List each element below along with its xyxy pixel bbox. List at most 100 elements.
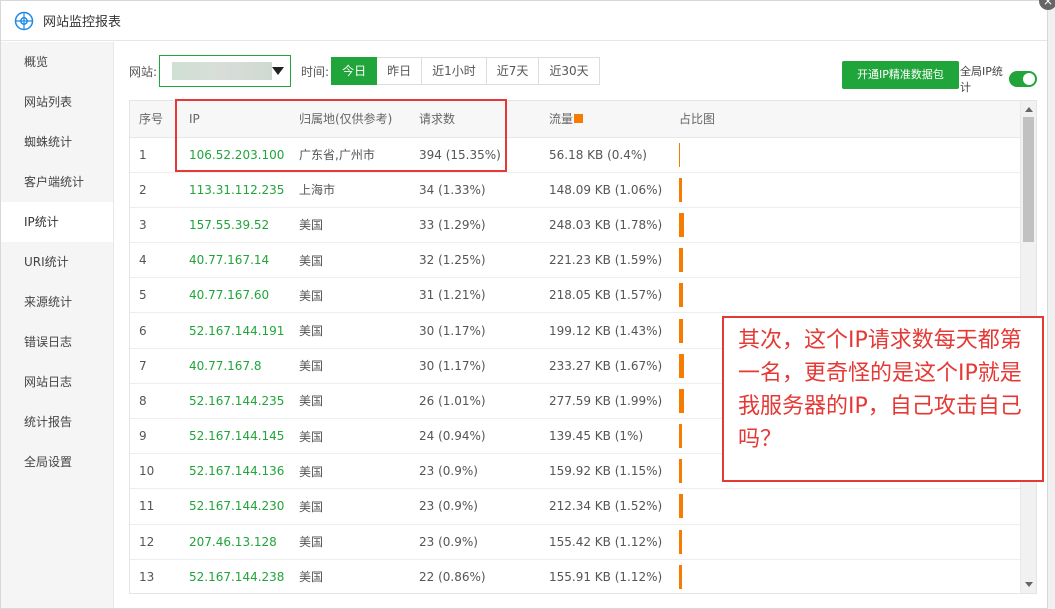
share-bar	[679, 177, 682, 202]
col-header-traffic[interactable]: 流量	[540, 101, 670, 138]
cell-location: 美国	[290, 242, 410, 279]
site-name-redacted	[172, 62, 273, 80]
tab-time-range[interactable]: 近7天	[486, 57, 540, 85]
sidebar-item[interactable]: 统计报告	[1, 402, 113, 442]
sidebar-item[interactable]: 客户端统计	[1, 162, 113, 202]
cell-ip: 52.167.144.230	[180, 488, 290, 525]
sidebar-item[interactable]: 错误日志	[1, 322, 113, 362]
scroll-down-icon[interactable]	[1025, 582, 1033, 587]
cell-ip: 52.167.144.238	[180, 559, 290, 593]
sidebar-item[interactable]: URI统计	[1, 242, 113, 282]
tab-time-range[interactable]: 近30天	[539, 57, 600, 85]
share-bar	[679, 388, 684, 413]
site-select[interactable]	[159, 55, 292, 87]
cell-traffic: 233.27 KB (1.67%)	[540, 348, 670, 384]
window-title: 网站监控报表	[43, 15, 122, 30]
global-ip-stats-switch[interactable]	[1009, 71, 1037, 87]
cell-share	[670, 559, 1022, 593]
cell-requests: 32 (1.25%)	[410, 242, 540, 279]
col-header-share: 占比图	[670, 101, 1022, 138]
highlight-box	[175, 99, 507, 172]
tab-time-range[interactable]: 近1小时	[422, 57, 487, 85]
sort-indicator-icon	[574, 114, 584, 124]
toolbar: 网站: 时间: 今日 昨日 近1小时 近7天 近30天 开通IP精准数据包 全局IP统计	[129, 55, 1037, 94]
cell-requests: 23 (0.9%)	[410, 453, 540, 490]
cell-requests: 30 (1.17%)	[410, 312, 540, 349]
cell-no: 7	[130, 348, 180, 384]
cell-traffic: 212.34 KB (1.52%)	[540, 488, 670, 525]
table-row: 3 157.55.39.52 美国 33 (1.29%) 248.03 KB (1.78…	[130, 207, 1022, 244]
table-row: 12 207.46.13.128 美国 23 (0.9%) 155.42 KB (1.1…	[130, 524, 1022, 560]
scroll-thumb[interactable]	[1023, 117, 1034, 242]
cell-requests: 22 (0.86%)	[410, 559, 540, 593]
cell-no: 5	[130, 277, 180, 314]
table-row: 5 40.77.167.60 美国 31 (1.21%) 218.05 KB (1.57…	[130, 277, 1022, 314]
cell-share	[670, 172, 1022, 208]
cell-share	[670, 137, 1022, 173]
cell-share	[670, 207, 1022, 244]
cell-requests: 23 (0.9%)	[410, 488, 540, 525]
cell-no: 10	[130, 453, 180, 490]
tab-time-range[interactable]: 昨日	[377, 57, 423, 85]
tab-time-range[interactable]: 今日	[331, 57, 378, 85]
sidebar-item[interactable]: 来源统计	[1, 282, 113, 322]
cell-traffic: 218.05 KB (1.57%)	[540, 277, 670, 314]
cell-requests: 26 (1.01%)	[410, 383, 540, 420]
table-row: 11 52.167.144.230 美国 23 (0.9%) 212.34 KB (1.…	[130, 488, 1022, 525]
cell-traffic: 277.59 KB (1.99%)	[540, 383, 670, 420]
table-row: 13 52.167.144.238 美国 22 (0.86%) 155.91 KB (1…	[130, 559, 1022, 593]
cell-traffic: 56.18 KB (0.4%)	[540, 137, 670, 173]
col-header-traffic-label: 流量	[549, 112, 574, 127]
cell-location: 美国	[290, 207, 410, 244]
cell-no: 4	[130, 242, 180, 279]
cell-traffic: 148.09 KB (1.06%)	[540, 172, 670, 208]
cell-location: 美国	[290, 559, 410, 593]
sidebar-item[interactable]: IP统计	[1, 202, 113, 242]
cell-traffic: 155.42 KB (1.12%)	[540, 524, 670, 560]
global-ip-stats-toggle: 全局IP统计	[960, 63, 1037, 95]
cell-ip: 40.77.167.60	[180, 277, 290, 314]
sidebar-item[interactable]: 网站列表	[1, 82, 113, 122]
cell-requests: 34 (1.33%)	[410, 172, 540, 208]
cell-no: 6	[130, 312, 180, 349]
cell-no: 8	[130, 383, 180, 420]
cell-no: 1	[130, 137, 180, 173]
cell-requests: 24 (0.94%)	[410, 418, 540, 455]
sidebar: 概览 网站列表 蜘蛛统计 客户端统计 IP统计 URI统计 来源统计 错误日志 网站日志 统计报告…	[1, 42, 114, 608]
cell-ip: 40.77.167.14	[180, 242, 290, 279]
cell-share	[670, 277, 1022, 314]
cell-no: 13	[130, 559, 180, 593]
cell-share	[670, 242, 1022, 279]
globe-logo-icon	[14, 11, 34, 30]
share-bar	[679, 318, 683, 343]
monitor-report-window: 网站监控报表 概览 网站列表 蜘蛛统计 客户端统计 IP统计 URI统计 来源统计 错误日志网…	[0, 0, 1048, 609]
sidebar-item[interactable]: 蜘蛛统计	[1, 122, 113, 162]
table-row: 4 40.77.167.14 美国 32 (1.25%) 221.23 KB (1.59…	[130, 242, 1022, 279]
cell-location: 美国	[290, 383, 410, 420]
share-bar	[679, 353, 684, 378]
annotation-note: 其次，这个IP请求数每天都第一名，更奇怪的是这个IP就是我服务器的IP，自己攻击…	[722, 316, 1044, 482]
sidebar-item[interactable]: 全局设置	[1, 442, 113, 482]
share-bar	[679, 424, 682, 449]
sidebar-item[interactable]: 概览	[1, 42, 113, 82]
cell-requests: 30 (1.17%)	[410, 348, 540, 384]
buy-ip-data-package-button[interactable]: 开通IP精准数据包	[842, 61, 959, 89]
cell-ip: 40.77.167.8	[180, 348, 290, 384]
cell-ip: 52.167.144.145	[180, 418, 290, 455]
cell-no: 9	[130, 418, 180, 455]
cell-traffic: 155.91 KB (1.12%)	[540, 559, 670, 593]
sidebar-item[interactable]: 网站日志	[1, 362, 113, 402]
cell-ip: 157.55.39.52	[180, 207, 290, 244]
cell-traffic: 221.23 KB (1.59%)	[540, 242, 670, 279]
global-ip-stats-label: 全局IP统计	[960, 65, 1003, 94]
cell-traffic: 199.12 KB (1.43%)	[540, 312, 670, 349]
share-bar	[679, 564, 682, 589]
cell-location: 上海市	[290, 172, 410, 208]
caret-down-icon	[272, 67, 285, 75]
share-bar	[679, 142, 680, 167]
scroll-up-icon[interactable]	[1025, 107, 1033, 112]
cell-requests: 33 (1.29%)	[410, 207, 540, 244]
cell-location: 美国	[290, 312, 410, 349]
cell-ip: 52.167.144.235	[180, 383, 290, 420]
cell-no: 2	[130, 172, 180, 208]
